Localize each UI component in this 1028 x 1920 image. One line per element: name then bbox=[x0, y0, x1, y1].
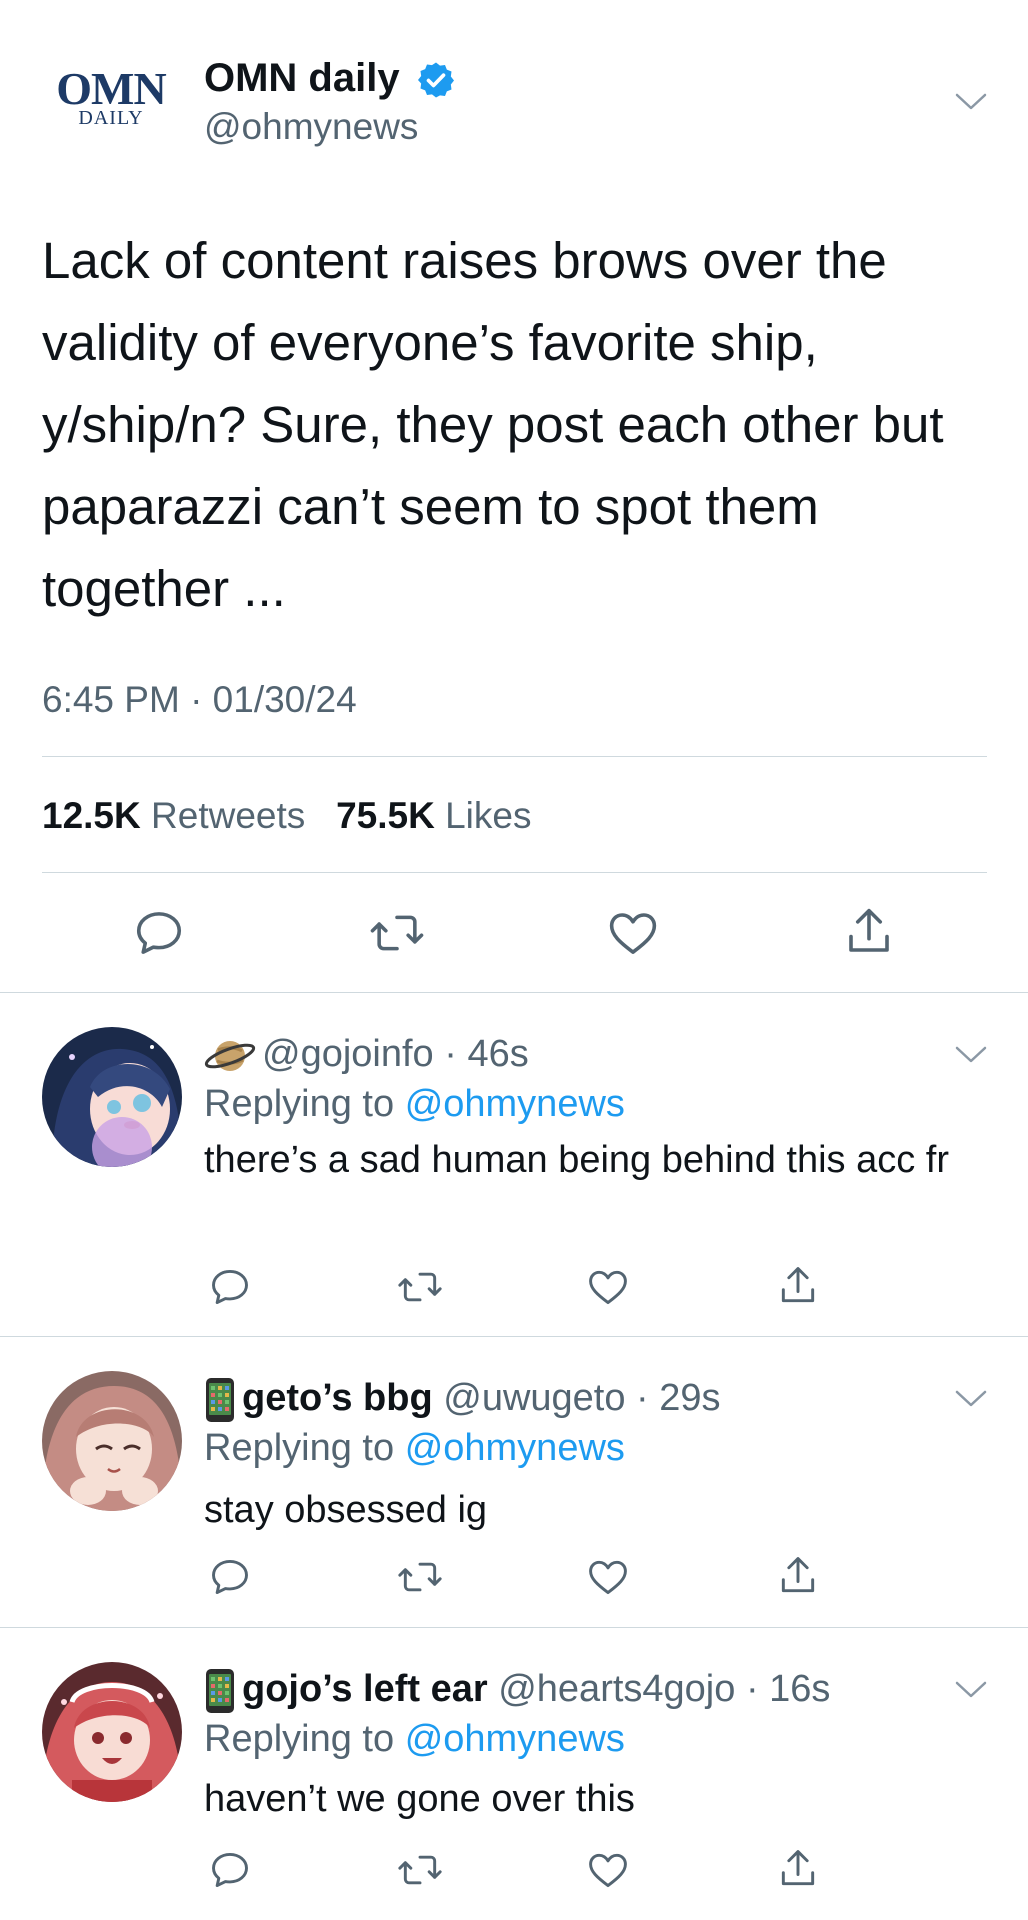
reply-header: geto’s bbg @uwugeto · 29s bbox=[204, 1375, 721, 1423]
like-heart-icon[interactable] bbox=[606, 906, 660, 960]
like-heart-icon[interactable] bbox=[586, 1555, 630, 1599]
replying-handle-link[interactable]: @ohmynews bbox=[405, 1083, 625, 1125]
share-icon[interactable] bbox=[776, 1846, 820, 1892]
retweet-icon[interactable] bbox=[396, 1848, 444, 1892]
chevron-down-icon[interactable] bbox=[954, 1389, 988, 1409]
reply-header: gojo’s left ear @hearts4gojo · 16s bbox=[204, 1666, 830, 1714]
replying-handle-link[interactable]: @ohmynews bbox=[405, 1427, 625, 1469]
retweet-icon[interactable] bbox=[396, 1555, 444, 1599]
tweet-text: Lack of content raises brows over the va… bbox=[42, 232, 944, 617]
avatar[interactable] bbox=[42, 1371, 182, 1511]
reply-icon[interactable] bbox=[208, 1555, 252, 1599]
chevron-down-icon[interactable] bbox=[954, 92, 988, 112]
divider bbox=[42, 872, 987, 873]
share-icon[interactable] bbox=[776, 1263, 820, 1309]
logo-main-text: OMN bbox=[56, 63, 166, 114]
retweet-icon[interactable] bbox=[396, 1265, 444, 1309]
author-handle[interactable]: @ohmynews bbox=[204, 104, 418, 150]
reply-header: @gojoinfo · 46s bbox=[204, 1031, 529, 1079]
author-avatar-logo[interactable]: OMN DAILY bbox=[48, 63, 174, 129]
reply-icon[interactable] bbox=[208, 1265, 252, 1309]
avatar[interactable] bbox=[42, 1662, 182, 1802]
reply-text: haven’t we gone over this bbox=[204, 1778, 635, 1820]
retweets-count[interactable]: 12.5K bbox=[42, 795, 141, 836]
replying-prefix: Replying to bbox=[204, 1427, 395, 1469]
main-tweet: OMN DAILY OMN daily @ohmynews Lack of co… bbox=[0, 0, 1028, 993]
reply-author-name[interactable]: geto’s bbg bbox=[242, 1377, 433, 1419]
like-heart-icon[interactable] bbox=[586, 1848, 630, 1892]
replying-to: Replying to @ohmynews bbox=[204, 1425, 625, 1471]
retweets-label[interactable]: Retweets bbox=[151, 795, 305, 836]
avatar-illustration bbox=[42, 1662, 182, 1802]
tweet-timestamp[interactable]: 6:45 PM · 01/30/24 bbox=[42, 678, 357, 722]
reply-handle-time[interactable]: @hearts4gojo · 16s bbox=[488, 1668, 830, 1710]
phone-icon bbox=[206, 1377, 234, 1422]
reply-icon[interactable] bbox=[132, 906, 186, 960]
like-heart-icon[interactable] bbox=[586, 1265, 630, 1309]
reply-text: there’s a sad human being behind this ac… bbox=[204, 1139, 949, 1181]
reply-text: stay obsessed ig bbox=[204, 1489, 488, 1531]
planet-icon bbox=[204, 1040, 256, 1071]
chevron-down-icon[interactable] bbox=[954, 1680, 988, 1700]
phone-icon bbox=[206, 1668, 234, 1713]
reply-handle-time[interactable]: @gojoinfo · 46s bbox=[262, 1033, 529, 1075]
avatar[interactable] bbox=[42, 1027, 182, 1167]
reply-tweet[interactable]: gojo’s left ear @hearts4gojo · 16s Reply… bbox=[0, 1628, 1028, 1920]
reply-icon[interactable] bbox=[208, 1848, 252, 1892]
replying-to: Replying to @ohmynews bbox=[204, 1081, 625, 1127]
reply-handle-time[interactable]: @uwugeto · 29s bbox=[433, 1377, 720, 1419]
tweet-stats: 12.5K Retweets 75.5K Likes bbox=[42, 794, 532, 838]
share-icon[interactable] bbox=[776, 1553, 820, 1599]
chevron-down-icon[interactable] bbox=[954, 1045, 988, 1065]
reply-author-name[interactable]: gojo’s left ear bbox=[242, 1668, 488, 1710]
reply-tweet[interactable]: @gojoinfo · 46s Replying to @ohmynews th… bbox=[0, 993, 1028, 1337]
divider bbox=[42, 756, 987, 757]
verified-badge-icon bbox=[418, 62, 454, 98]
retweet-icon[interactable] bbox=[368, 906, 426, 960]
share-icon[interactable] bbox=[842, 904, 896, 960]
likes-count[interactable]: 75.5K bbox=[336, 795, 435, 836]
likes-label[interactable]: Likes bbox=[445, 795, 531, 836]
avatar-illustration bbox=[42, 1027, 182, 1167]
replying-handle-link[interactable]: @ohmynews bbox=[405, 1718, 625, 1760]
author-name[interactable]: OMN daily bbox=[204, 54, 400, 102]
replying-prefix: Replying to bbox=[204, 1083, 395, 1125]
replying-to: Replying to @ohmynews bbox=[204, 1716, 625, 1762]
avatar-illustration bbox=[42, 1371, 182, 1511]
reply-tweet[interactable]: geto’s bbg @uwugeto · 29s Replying to @o… bbox=[0, 1337, 1028, 1628]
replying-prefix: Replying to bbox=[204, 1718, 395, 1760]
